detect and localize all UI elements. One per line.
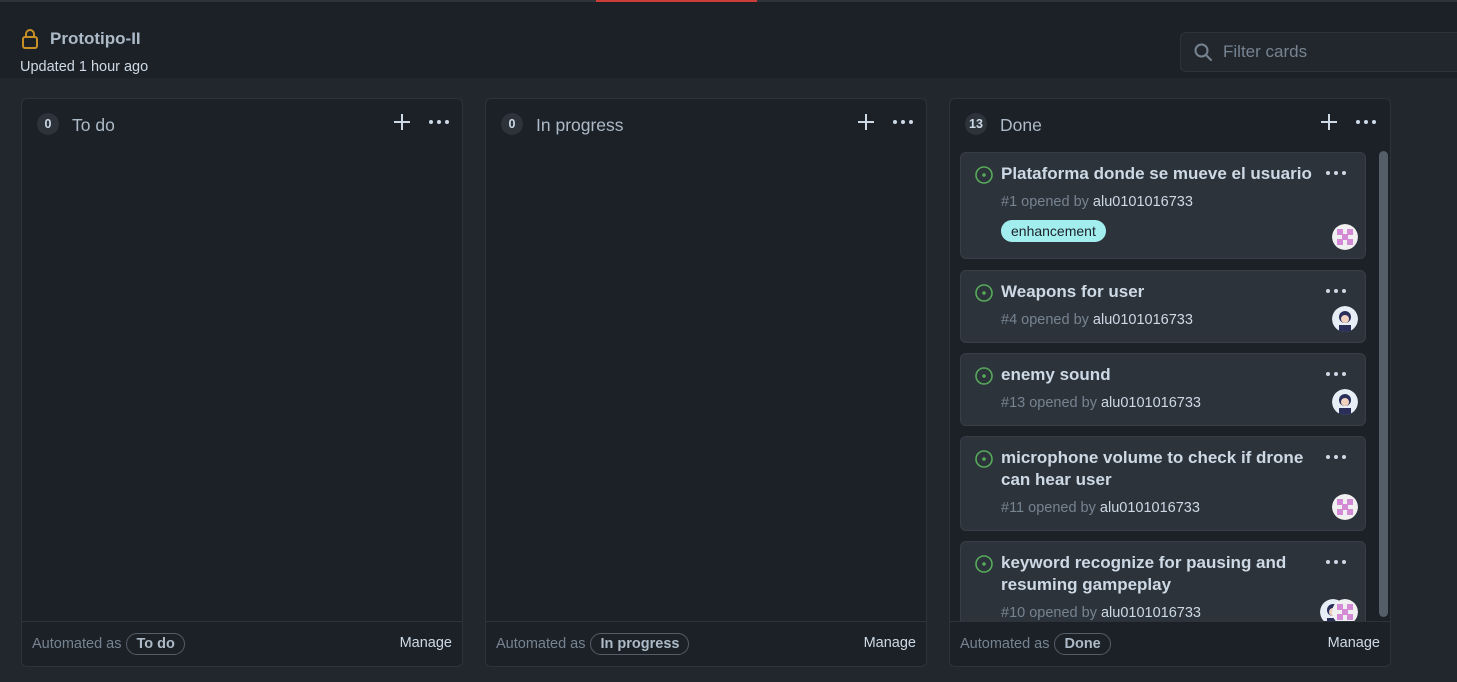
avatar[interactable] <box>1332 599 1358 621</box>
column-in-progress: 0 In progress Automated as In progress M… <box>485 98 927 667</box>
card-meta: #10 opened by alu0101016733 <box>1001 605 1201 621</box>
issue-number-text: #11 opened by <box>1001 500 1100 516</box>
column-menu-button[interactable] <box>1353 111 1379 133</box>
column-menu-button[interactable] <box>890 111 916 133</box>
card-menu-button[interactable] <box>1323 366 1349 382</box>
label-enhancement[interactable]: enhancement <box>1001 220 1106 242</box>
card-title[interactable]: enemy sound <box>1001 364 1316 386</box>
card-meta: #1 opened by alu0101016733 <box>1001 194 1193 210</box>
manage-button[interactable]: Manage <box>864 635 916 651</box>
author-link[interactable]: alu0101016733 <box>1093 194 1193 210</box>
column-done: 13 Done Plataforma donde se mueve el usu… <box>949 98 1391 667</box>
card-meta: #11 opened by alu0101016733 <box>1001 500 1200 516</box>
issue-card[interactable]: enemy sound #13 opened by alu0101016733 <box>960 353 1366 426</box>
card-title[interactable]: Weapons for user <box>1001 281 1316 303</box>
card-count-badge: 13 <box>965 113 987 135</box>
avatar[interactable] <box>1332 224 1358 250</box>
issue-opened-icon <box>975 284 993 302</box>
automated-as-text: Automated as <box>32 636 122 652</box>
card-menu-button[interactable] <box>1323 554 1349 570</box>
card-count-badge: 0 <box>501 113 523 135</box>
add-card-button[interactable] <box>1318 111 1340 133</box>
manage-button[interactable]: Manage <box>400 635 452 651</box>
search-icon <box>1194 43 1212 61</box>
column-footer: Automated as In progress Manage <box>486 621 926 666</box>
avatar[interactable] <box>1332 306 1358 332</box>
scrollbar-thumb[interactable] <box>1379 151 1388 617</box>
card-title[interactable]: microphone volume to check if drone can … <box>1001 447 1316 491</box>
card-count-badge: 0 <box>37 113 59 135</box>
column-title: To do <box>72 115 115 135</box>
author-link[interactable]: alu0101016733 <box>1100 500 1200 516</box>
cards-list: Plataforma donde se mueve el usuario #1 … <box>950 151 1390 621</box>
column-header: 0 To do <box>22 99 462 151</box>
issue-opened-icon <box>975 166 993 184</box>
column-to-do: 0 To do Automated as To do Manage <box>21 98 463 667</box>
project-header: Prototipo-II Updated 1 hour ago <box>0 2 1457 78</box>
author-link[interactable]: alu0101016733 <box>1101 395 1201 411</box>
issue-card[interactable]: keyword recognize for pausing and resumi… <box>960 541 1366 621</box>
automation-label[interactable]: To do <box>126 633 185 655</box>
lock-icon <box>22 29 38 49</box>
automated-as-text: Automated as <box>496 636 586 652</box>
add-card-button[interactable] <box>391 111 413 133</box>
issue-number-text: #10 opened by <box>1001 605 1101 621</box>
column-title: Done <box>1000 115 1042 135</box>
avatar[interactable] <box>1332 389 1358 415</box>
column-header: 0 In progress <box>486 99 926 151</box>
cards-scrollbar[interactable] <box>1377 151 1389 617</box>
automation-label[interactable]: In progress <box>590 633 690 655</box>
automated-as-text: Automated as <box>960 636 1050 652</box>
card-meta: #4 opened by alu0101016733 <box>1001 312 1193 328</box>
card-menu-button[interactable] <box>1323 283 1349 299</box>
issue-number-text: #1 opened by <box>1001 194 1093 210</box>
filter-cards-input[interactable] <box>1221 41 1457 63</box>
manage-button[interactable]: Manage <box>1328 635 1380 651</box>
card-title[interactable]: Plataforma donde se mueve el usuario <box>1001 163 1316 185</box>
add-card-button[interactable] <box>855 111 877 133</box>
column-header: 13 Done <box>950 99 1390 151</box>
column-footer: Automated as To do Manage <box>22 621 462 666</box>
issue-number-text: #4 opened by <box>1001 312 1093 328</box>
column-title: In progress <box>536 115 624 135</box>
author-link[interactable]: alu0101016733 <box>1101 605 1201 621</box>
issue-opened-icon <box>975 367 993 385</box>
issue-opened-icon <box>975 555 993 573</box>
automation-label[interactable]: Done <box>1054 633 1111 655</box>
issue-card[interactable]: Plataforma donde se mueve el usuario #1 … <box>960 152 1366 259</box>
filter-box[interactable] <box>1180 32 1457 72</box>
card-menu-button[interactable] <box>1323 165 1349 181</box>
issue-card[interactable]: microphone volume to check if drone can … <box>960 436 1366 531</box>
author-link[interactable]: alu0101016733 <box>1093 312 1193 328</box>
project-title[interactable]: Prototipo-II <box>50 29 141 49</box>
card-title[interactable]: keyword recognize for pausing and resumi… <box>1001 552 1316 596</box>
issue-number-text: #13 opened by <box>1001 395 1101 411</box>
column-menu-button[interactable] <box>426 111 452 133</box>
issue-card[interactable]: Weapons for user #4 opened by alu0101016… <box>960 270 1366 343</box>
project-title-row: Prototipo-II <box>20 28 141 50</box>
column-footer: Automated as Done Manage <box>950 621 1390 666</box>
issue-opened-icon <box>975 450 993 468</box>
card-menu-button[interactable] <box>1323 449 1349 465</box>
card-meta: #13 opened by alu0101016733 <box>1001 395 1201 411</box>
updated-timestamp: Updated 1 hour ago <box>20 59 149 75</box>
avatar[interactable] <box>1332 494 1358 520</box>
